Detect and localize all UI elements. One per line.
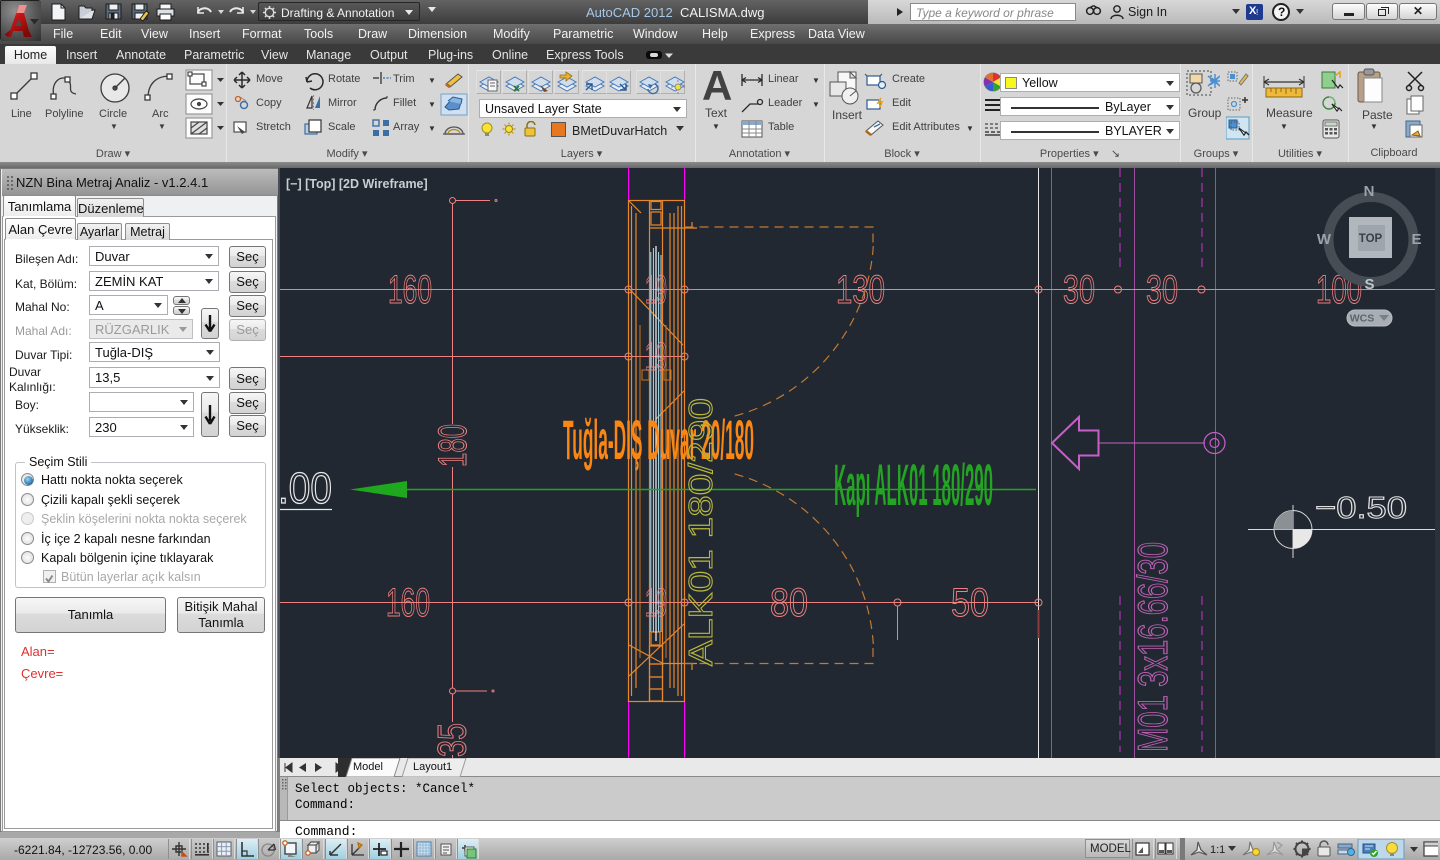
svg-text:50: 50: [951, 581, 989, 625]
svg-text:W: W: [1317, 231, 1332, 248]
svg-text:WCS: WCS: [1350, 313, 1375, 325]
svg-text:19: 19: [645, 268, 667, 312]
svg-text:30: 30: [1146, 268, 1178, 312]
svg-text:Tuğla-DIŞ Duvar 20/180: Tuğla-DIŞ Duvar 20/180: [563, 408, 754, 471]
svg-text:1:1: 1:1: [1210, 844, 1225, 856]
svg-text:M01 3x16.66/30: M01 3x16.66/30: [1129, 542, 1176, 752]
svg-text:180: 180: [431, 424, 475, 467]
svg-text:TOP: TOP: [1359, 233, 1383, 245]
svg-text:.00: .00: [280, 464, 332, 513]
svg-text:35: 35: [431, 723, 475, 757]
svg-text:130: 130: [836, 268, 885, 312]
svg-text:30: 30: [1063, 268, 1095, 312]
svg-text:E: E: [1411, 231, 1421, 248]
svg-text:80: 80: [770, 581, 808, 625]
svg-text:S: S: [1364, 276, 1374, 293]
svg-text:19: 19: [645, 335, 667, 379]
svg-text:160: 160: [388, 268, 432, 312]
svg-text:[−] [Top] [2D Wireframe]: [−] [Top] [2D Wireframe]: [286, 177, 428, 191]
svg-text:19: 19: [645, 581, 667, 625]
svg-text:−0.50: −0.50: [1315, 490, 1407, 525]
svg-text:Kapı ALK01 180/290: Kapı ALK01 180/290: [834, 453, 993, 518]
svg-text:160: 160: [386, 581, 430, 625]
svg-text:ALK01 180/290: ALK01 180/290: [682, 398, 719, 666]
svg-text:N: N: [1364, 183, 1375, 200]
